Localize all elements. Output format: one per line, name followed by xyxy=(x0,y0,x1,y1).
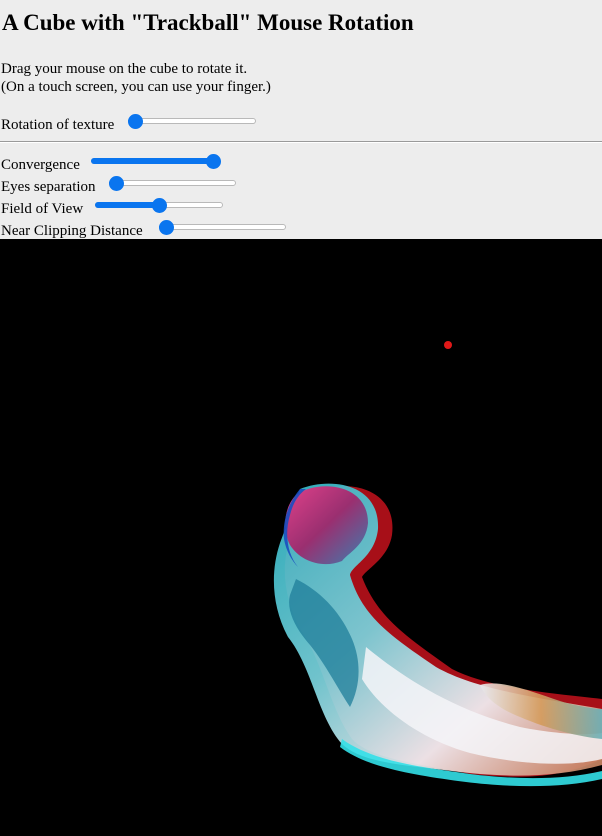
slider-track xyxy=(159,224,286,230)
field-of-view-slider[interactable] xyxy=(95,195,223,215)
slider-track xyxy=(128,118,256,124)
near-clipping-label: Near Clipping Distance xyxy=(1,222,143,239)
instructions-line-1: Drag your mouse on the cube to rotate it… xyxy=(1,61,248,77)
near-clipping-slider[interactable] xyxy=(159,217,286,237)
convergence-slider[interactable] xyxy=(91,151,221,171)
page-title: A Cube with "Trackball" Mouse Rotation xyxy=(2,10,414,35)
convergence-row: Convergence xyxy=(1,154,80,174)
rendered-scene xyxy=(273,341,602,787)
3d-canvas[interactable] xyxy=(0,239,602,836)
slider-thumb[interactable] xyxy=(159,220,174,235)
marker-dot xyxy=(444,341,452,349)
texture-rotation-row: Rotation of texture xyxy=(1,114,114,134)
texture-rotation-slider[interactable] xyxy=(128,111,256,131)
slider-track xyxy=(109,180,236,186)
slider-fill xyxy=(91,158,213,164)
slider-thumb[interactable] xyxy=(109,176,124,191)
near-clipping-row: Near Clipping Distance xyxy=(1,220,143,240)
slider-thumb[interactable] xyxy=(128,114,143,129)
field-of-view-row: Field of View xyxy=(1,198,83,218)
divider xyxy=(0,141,602,143)
eye-separation-slider[interactable] xyxy=(109,173,236,193)
instructions-line-2: (On a touch screen, you can use your fin… xyxy=(1,79,271,95)
eye-separation-row: Eyes separation xyxy=(1,176,96,196)
slider-thumb[interactable] xyxy=(152,198,167,213)
field-of-view-label: Field of View xyxy=(1,200,84,217)
eye-separation-label: Eyes separation xyxy=(1,178,96,195)
slider-fill xyxy=(95,202,159,208)
convergence-label: Convergence xyxy=(1,156,80,173)
texture-rotation-label: Rotation of texture xyxy=(1,116,115,133)
slider-thumb[interactable] xyxy=(206,154,221,169)
instructions: Drag your mouse on the cube to rotate it… xyxy=(1,60,271,96)
